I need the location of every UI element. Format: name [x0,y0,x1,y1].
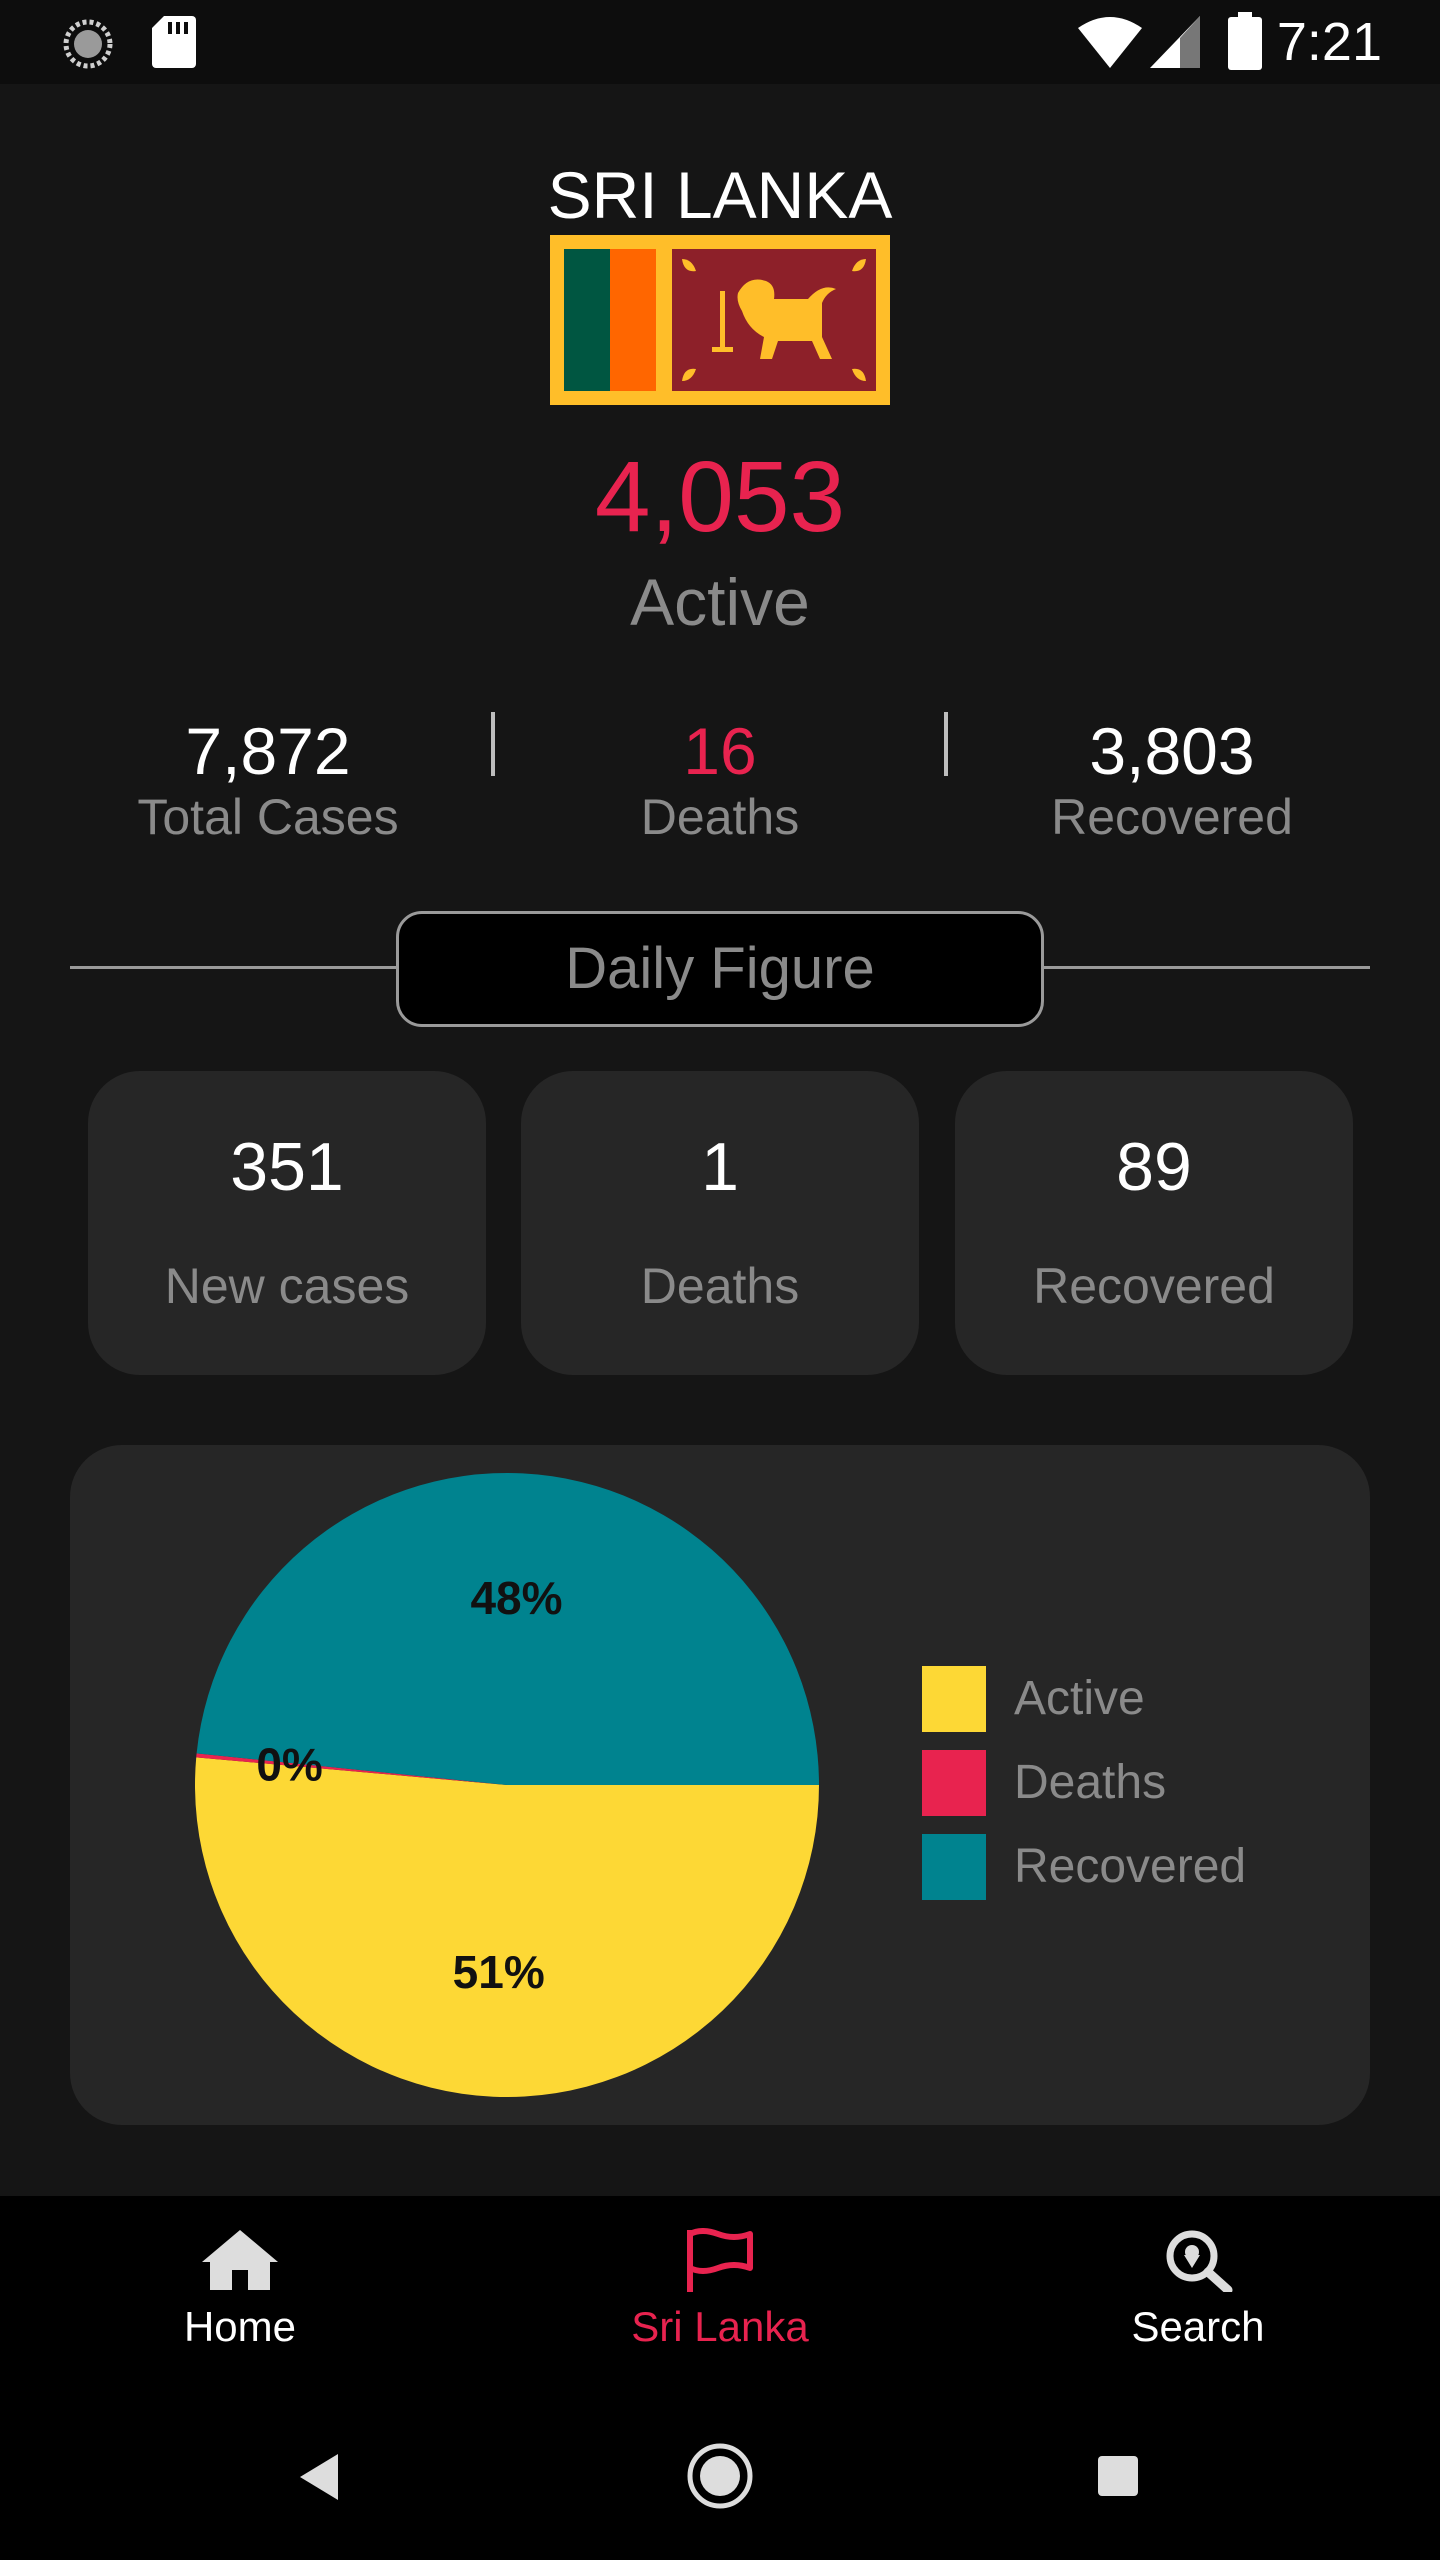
battery-icon [1228,12,1262,70]
country-name: SRI LANKA [547,158,893,232]
active-count: 4,053 [594,441,846,553]
clock: 7:21 [1276,12,1382,72]
nav-item-search[interactable]: Search [1048,2228,1348,2351]
system-nav-bar [0,2386,1440,2560]
signal-icon [1150,16,1200,68]
daily-new-cases-value: 351 [230,1129,344,1205]
total-cases-value: 7,872 [185,714,351,788]
pie-label-recovered: 48% [470,1572,562,1624]
pie-chart: 51% 0% 48% [195,1472,820,2097]
pie-label-active: 51% [453,1946,545,1998]
daily-card-deaths: 1 Deaths [521,1071,919,1375]
sri-lanka-flag [550,235,890,405]
total-cases-label: Total Cases [137,789,399,845]
daily-card-new-cases: 351 New cases [88,1071,486,1375]
legend-item-active: Active [922,1666,1362,1732]
home-circle-icon[interactable] [686,2442,754,2510]
legend-item-recovered: Recovered [922,1834,1362,1900]
daily-deaths-label: Deaths [640,1258,800,1314]
legend-label-active: Active [1014,1672,1145,1725]
legend-swatch-deaths [922,1750,986,1816]
recents-icon[interactable] [1096,2454,1140,2498]
flag-icon [687,2228,753,2292]
nav-item-sri-lanka[interactable]: Sri Lanka [570,2228,870,2351]
recovered-stat: 3,803 Recovered [946,714,1398,846]
recovered-value: 3,803 [1089,714,1255,788]
loading-icon [63,19,113,69]
recovered-label: Recovered [1051,789,1293,845]
back-icon[interactable] [296,2452,342,2502]
nav-label-sri-lanka: Sri Lanka [631,2303,809,2350]
deaths-stat: 16 Deaths [494,714,946,846]
divider-line [70,966,398,969]
legend-label-recovered: Recovered [1014,1840,1247,1893]
legend-swatch-active [922,1666,986,1732]
daily-recovered-label: Recovered [1033,1258,1275,1314]
total-cases-stat: 7,872 Total Cases [42,714,494,846]
search-location-icon [1166,2230,1233,2295]
daily-card-recovered: 89 Recovered [955,1071,1353,1375]
daily-deaths-value: 1 [701,1129,739,1205]
legend-item-deaths: Deaths [922,1750,1362,1816]
status-bar: 7:21 [0,0,1440,84]
daily-new-cases-label: New cases [164,1258,410,1314]
wifi-icon [1078,17,1142,68]
active-label: Active [630,565,810,639]
pie-slice-active [195,1757,819,2097]
nav-label-home: Home [183,2303,297,2350]
nav-item-home[interactable]: Home [90,2228,390,2351]
sd-card-icon [152,16,196,68]
legend-swatch-recovered [922,1834,986,1900]
nav-label-search: Search [1131,2303,1265,2350]
deaths-label: Deaths [640,789,800,845]
legend-label-deaths: Deaths [1014,1756,1167,1809]
daily-figure-header: Daily Figure [396,911,1044,1027]
deaths-value: 16 [683,714,757,788]
pie-label-deaths: 0% [256,1738,322,1790]
home-icon [202,2230,278,2290]
daily-recovered-value: 89 [1116,1129,1192,1205]
divider-line [1040,966,1370,969]
